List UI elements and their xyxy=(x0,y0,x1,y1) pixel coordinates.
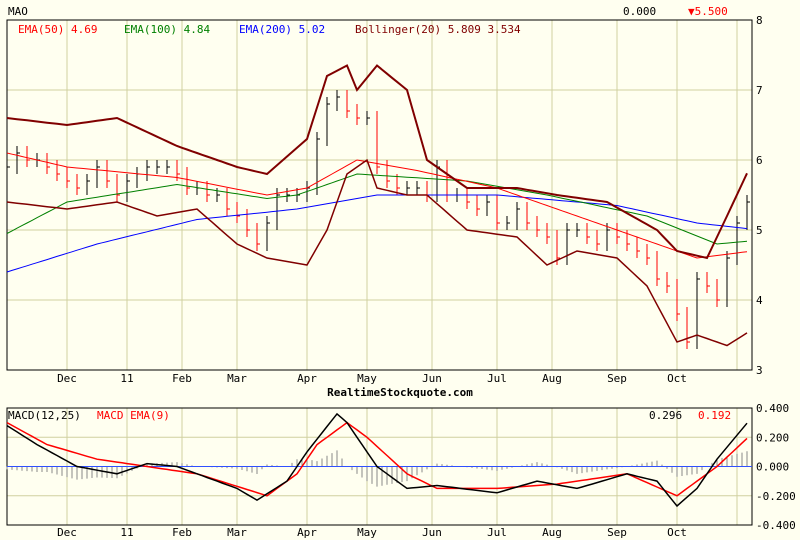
macd-label: MACD(12,25) xyxy=(8,409,81,422)
x-tick-label: 11 xyxy=(120,526,133,539)
x-tick-label: Jul xyxy=(487,372,507,385)
signal-value: 0.192 xyxy=(698,409,731,422)
x-tick-label: Mar xyxy=(227,372,247,385)
x-tick-label: Dec xyxy=(57,526,77,539)
macd-y-tick-label: 0.000 xyxy=(756,461,789,474)
x-tick-label: Sep xyxy=(607,526,627,539)
x-tick-label: Dec xyxy=(57,372,77,385)
legend-ema100: EMA(100) 4.84 xyxy=(124,23,210,36)
macd-value: 0.296 xyxy=(649,409,682,422)
x-tick-label: Jun xyxy=(422,372,442,385)
x-tick-label: Feb xyxy=(172,372,192,385)
x-tick-label: Aug xyxy=(542,372,562,385)
x-tick-label: Aug xyxy=(542,526,562,539)
x-tick-label: 11 xyxy=(120,372,133,385)
x-tick-label: Mar xyxy=(227,526,247,539)
y-tick-label: 7 xyxy=(756,84,763,97)
chart-canvas: Dec Dec 11 11 Feb Feb Mar Mar Apr Apr May May Jun Jun… xyxy=(6,5,796,539)
y-tick-label: 6 xyxy=(756,154,763,167)
macd-y-tick-label: -0.400 xyxy=(756,519,796,532)
macd-signal-label: MACD EMA(9) xyxy=(97,409,170,422)
macd-line xyxy=(6,412,748,508)
x-tick-label: Oct xyxy=(667,372,687,385)
x-tick-label: Apr xyxy=(297,372,317,385)
ema100-line xyxy=(6,173,748,245)
x-tick-label: May xyxy=(357,372,377,385)
legend-ema200: EMA(200) 5.02 xyxy=(239,23,325,36)
macd-y-tick-label: 0.200 xyxy=(756,431,789,444)
symbol-label: MAO xyxy=(8,5,28,18)
x-tick-label: Apr xyxy=(297,526,317,539)
bollinger-lower-line xyxy=(6,158,748,347)
footer-watermark: RealtimeStockquote.com xyxy=(327,386,473,399)
ema200-line xyxy=(6,194,748,273)
x-tick-label: Feb xyxy=(172,526,192,539)
legend-ema50: EMA(50) 4.69 xyxy=(18,23,97,36)
macd-y-tick-label: 0.400 xyxy=(756,402,789,415)
y-tick-label: 3 xyxy=(756,364,763,377)
macd-y-tick-label: -0.200 xyxy=(756,490,796,503)
price-change: ▼5.500 xyxy=(688,5,728,18)
last-price: 0.000 xyxy=(623,5,656,18)
legend-bollinger: Bollinger(20) 5.809 3.534 xyxy=(355,23,521,36)
x-tick-label: May xyxy=(357,526,377,539)
x-tick-label: Oct xyxy=(667,526,687,539)
y-tick-label: 5 xyxy=(756,224,763,237)
y-tick-label: 8 xyxy=(756,14,763,27)
y-tick-label: 4 xyxy=(756,294,763,307)
x-tick-label: Jun xyxy=(422,526,442,539)
x-tick-label: Sep xyxy=(607,372,627,385)
x-tick-label: Jul xyxy=(487,526,507,539)
